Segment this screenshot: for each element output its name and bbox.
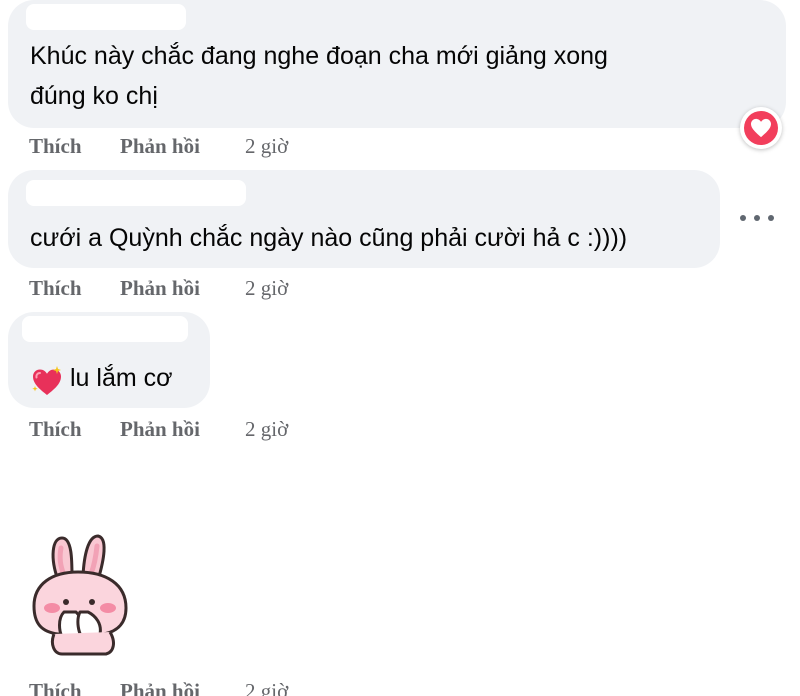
reply-link[interactable]: Phản hồi xyxy=(120,676,200,696)
comment-timestamp[interactable]: 2 giờ xyxy=(245,676,288,696)
reply-link[interactable]: Phản hồi xyxy=(120,414,200,444)
comment-bubble-1: Khúc này chắc đang nghe đoạn cha mới giả… xyxy=(8,0,786,128)
comment-text-line: lu lắm cơ xyxy=(70,364,173,392)
redacted-author-name xyxy=(22,316,188,342)
sparkling-heart-icon xyxy=(30,364,64,398)
reaction-badge[interactable] xyxy=(740,107,782,149)
like-link[interactable]: Thích xyxy=(29,676,82,696)
redacted-author-name xyxy=(26,180,246,206)
more-options-icon[interactable] xyxy=(740,205,774,231)
like-link[interactable]: Thích xyxy=(29,273,82,303)
pink-bunny-sticker xyxy=(28,528,138,658)
like-link[interactable]: Thích xyxy=(29,131,82,161)
comment-text-line: cưới a Quỳnh chắc ngày nào cũng phải cườ… xyxy=(30,224,628,252)
comment-timestamp[interactable]: 2 giờ xyxy=(245,414,288,444)
heart-icon xyxy=(744,111,778,145)
redacted-author-name xyxy=(26,4,186,30)
comment-text-line: đúng ko chị xyxy=(30,82,158,110)
reply-link[interactable]: Phản hồi xyxy=(120,131,200,161)
comment-bubble-3: lu lắm cơ xyxy=(8,312,210,408)
like-link[interactable]: Thích xyxy=(29,414,82,444)
comment-bubble-2: cưới a Quỳnh chắc ngày nào cũng phải cườ… xyxy=(8,170,720,268)
comment-text-line: Khúc này chắc đang nghe đoạn cha mới giả… xyxy=(30,42,608,70)
comment-timestamp[interactable]: 2 giờ xyxy=(245,273,288,303)
reply-link[interactable]: Phản hồi xyxy=(120,273,200,303)
comment-timestamp[interactable]: 2 giờ xyxy=(245,131,288,161)
